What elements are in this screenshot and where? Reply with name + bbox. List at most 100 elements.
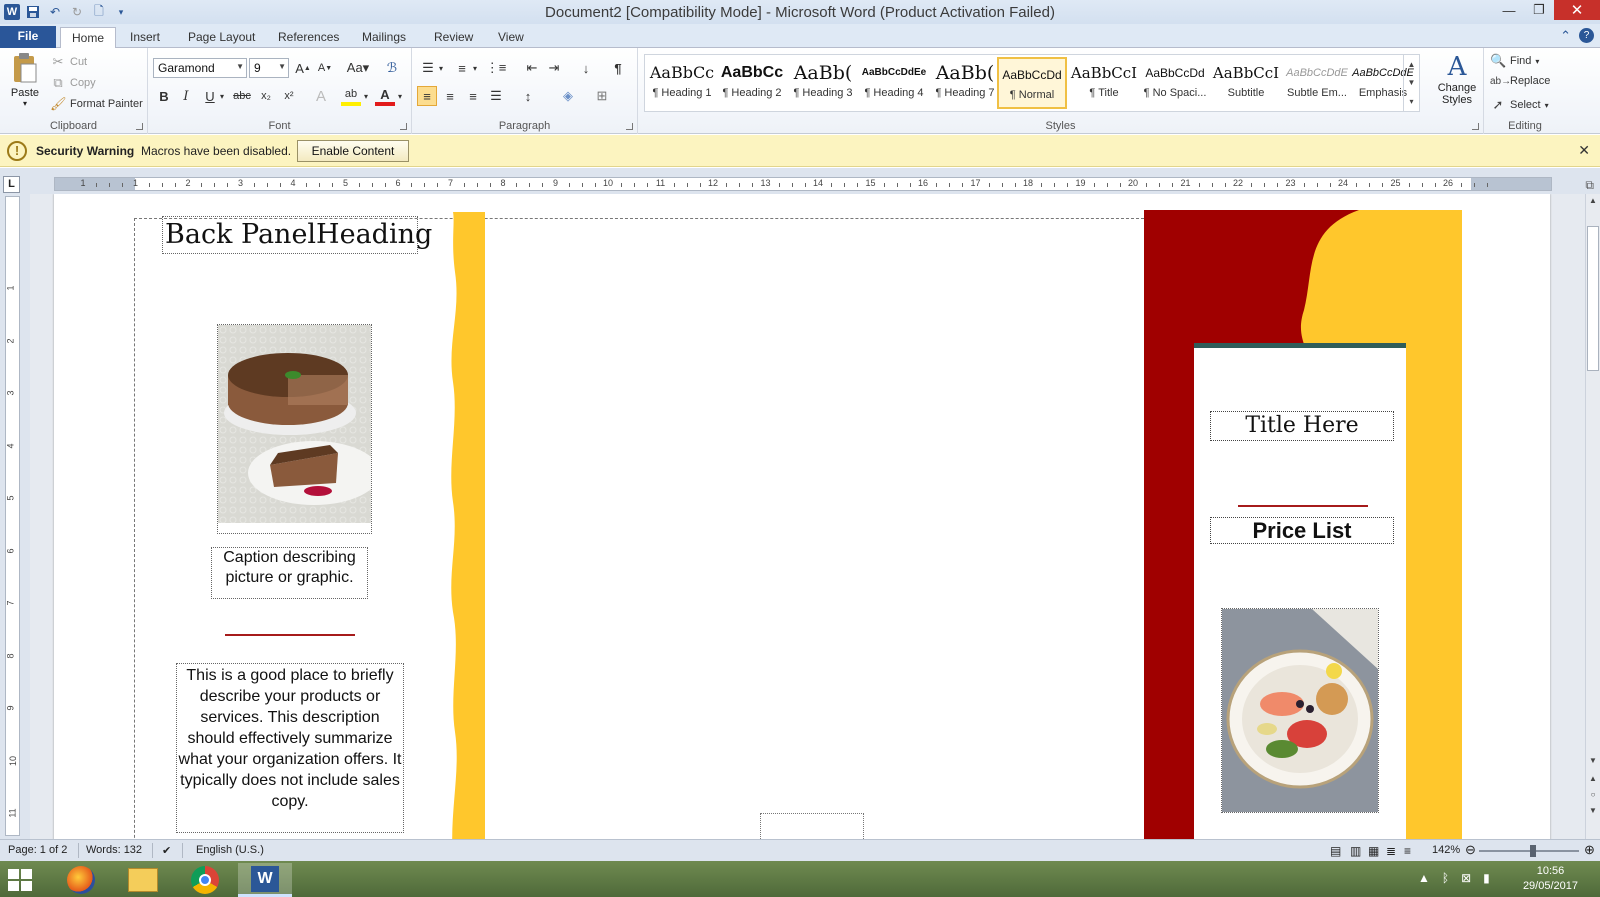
outline-icon[interactable]: ≣	[1386, 844, 1396, 858]
style-title[interactable]: AaBbCcI ¶ Title	[1069, 57, 1139, 109]
tab-review[interactable]: Review	[424, 27, 483, 48]
vertical-ruler[interactable]: 1 2 3 4 5 6 7 8 9 10 11	[5, 196, 20, 836]
chrome-taskbar-button[interactable]	[178, 863, 232, 897]
scroll-down-icon[interactable]: ▼	[1408, 78, 1416, 87]
browse-object-icon[interactable]: ○	[1586, 790, 1600, 799]
style-no-spacing[interactable]: AaBbCcDd ¶ No Spaci...	[1140, 57, 1210, 109]
zoom-out-icon[interactable]: ⊖	[1465, 842, 1476, 858]
style-heading-1[interactable]: AaBbCc ¶ Heading 1	[647, 57, 717, 109]
select-button[interactable]: ➚ Select ▾	[1490, 97, 1549, 113]
borders-icon[interactable]: ⊞	[592, 86, 612, 106]
tab-selector[interactable]: L	[3, 176, 20, 193]
scroll-up-icon[interactable]: ▲	[1586, 196, 1600, 205]
paste-dropdown-icon[interactable]: ▾	[6, 99, 44, 108]
page-count[interactable]: Page: 1 of 2	[8, 844, 67, 856]
horizontal-ruler[interactable]: 1 1 2 3 4 5 6 7 8 9 10 11 12 13 14 15 16 17 18 19 20 21 22 23 24…	[54, 177, 1552, 191]
highlight-icon[interactable]: ab	[341, 86, 361, 106]
zoom-level[interactable]: 142%	[1432, 844, 1460, 856]
font-color-icon[interactable]: A	[375, 86, 395, 106]
bluetooth-icon[interactable]: ᛒ	[1442, 871, 1449, 885]
tab-mailings[interactable]: Mailings	[352, 27, 416, 48]
bold-icon[interactable]: B	[154, 86, 174, 106]
cut-button[interactable]: ✂ Cut	[50, 54, 88, 70]
align-center-icon[interactable]: ≡	[440, 86, 460, 106]
align-left-icon[interactable]: ≡	[417, 86, 437, 106]
tab-insert[interactable]: Insert	[120, 27, 170, 48]
more-styles-icon[interactable]: ▾	[1409, 97, 1413, 106]
clock[interactable]: 10:56 29/05/2017	[1523, 864, 1578, 894]
tab-view[interactable]: View	[488, 27, 534, 48]
replace-button[interactable]: ab→ Replace	[1490, 75, 1550, 87]
network-icon[interactable]: ⊠	[1461, 871, 1471, 885]
show-hidden-icons-icon[interactable]: ▲	[1418, 871, 1430, 885]
bullets-dropdown-icon[interactable]: ▾	[436, 58, 446, 78]
tab-references[interactable]: References	[268, 27, 349, 48]
print-layout-icon[interactable]: ▤	[1330, 844, 1341, 858]
grow-font-icon[interactable]: A ▲	[293, 58, 313, 78]
salad-image[interactable]	[1221, 608, 1379, 813]
price-list-heading[interactable]: Price List	[1210, 517, 1394, 544]
numbering-dropdown-icon[interactable]: ▾	[470, 58, 480, 78]
multilevel-list-icon[interactable]: ⋮≡	[486, 58, 507, 78]
clipboard-launcher-icon[interactable]	[136, 123, 143, 130]
zoom-in-icon[interactable]: ⊕	[1584, 842, 1595, 858]
language-indicator[interactable]: English (U.S.)	[196, 844, 264, 856]
align-right-icon[interactable]: ≡	[463, 86, 483, 106]
style-subtitle[interactable]: AaBbCcI Subtitle	[1211, 57, 1281, 109]
paste-button[interactable]: Paste ▾	[6, 52, 44, 108]
decrease-indent-icon[interactable]: ⇤	[522, 58, 542, 78]
change-styles-button[interactable]: A Change Styles	[1432, 52, 1482, 106]
firefox-taskbar-button[interactable]	[54, 863, 108, 897]
document-page[interactable]: Back PanelHeading Caption describing pic…	[54, 194, 1550, 839]
style-subtle-emphasis[interactable]: AaBbCcDdE Subtle Em...	[1282, 57, 1352, 109]
bullets-icon[interactable]: ☰	[418, 58, 438, 78]
paragraph-launcher-icon[interactable]	[626, 123, 633, 130]
copy-button[interactable]: ⧉ Copy	[50, 75, 95, 91]
cake-image[interactable]	[217, 324, 380, 534]
word-taskbar-button[interactable]: W	[238, 863, 292, 897]
style-heading-7[interactable]: AaBb(¶ Heading 7	[930, 57, 1000, 109]
font-size-combo[interactable]: 9 ▼	[249, 58, 289, 78]
style-heading-2[interactable]: AaBbCc ¶ Heading 2	[717, 57, 787, 109]
show-formatting-icon[interactable]: ¶	[608, 58, 628, 78]
web-layout-icon[interactable]: ▦	[1368, 844, 1379, 858]
justify-icon[interactable]: ☰	[486, 86, 506, 106]
vertical-scrollbar[interactable]: ▲ ▼ ▲ ○ ▼	[1585, 194, 1600, 839]
text-frame[interactable]	[760, 813, 864, 839]
underline-dropdown-icon[interactable]: ▾	[216, 86, 228, 106]
numbering-icon[interactable]: ≡	[452, 58, 472, 78]
explorer-taskbar-button[interactable]	[116, 863, 170, 897]
font-name-combo[interactable]: Garamond ▼	[153, 58, 247, 78]
image-caption[interactable]: Caption describing picture or graphic.	[211, 547, 368, 599]
gallery-scroll[interactable]: ▲ ▼ ▾	[1403, 55, 1419, 111]
style-normal[interactable]: AaBbCcDd ¶ Normal	[997, 57, 1067, 109]
restore-button[interactable]: ❐	[1524, 0, 1554, 20]
style-heading-3[interactable]: AaBb(¶ Heading 3	[788, 57, 858, 109]
close-button[interactable]: ✕	[1554, 0, 1600, 20]
signal-icon[interactable]: ▮	[1483, 871, 1490, 885]
clear-formatting-icon[interactable]: ℬ	[382, 58, 402, 78]
enable-content-button[interactable]: Enable Content	[297, 140, 409, 162]
zoom-slider-thumb[interactable]	[1530, 845, 1536, 857]
scrollbar-thumb[interactable]	[1587, 226, 1599, 371]
font-color-dropdown-icon[interactable]: ▾	[395, 86, 405, 106]
description-text[interactable]: This is a good place to briefly describe…	[176, 663, 404, 833]
change-case-icon[interactable]: Aa▾	[345, 58, 371, 78]
line-spacing-icon[interactable]: ↕	[518, 86, 538, 106]
zoom-slider[interactable]	[1479, 850, 1579, 852]
full-screen-reading-icon[interactable]: ▥	[1350, 844, 1361, 858]
start-button[interactable]	[8, 869, 32, 891]
shrink-font-icon[interactable]: A ▼	[315, 58, 335, 78]
style-heading-4[interactable]: AaBbCcDdEe ¶ Heading 4	[859, 57, 929, 109]
proofing-icon[interactable]: ✔	[162, 844, 171, 857]
tab-file[interactable]: File	[0, 26, 56, 48]
title-here[interactable]: Title Here	[1210, 411, 1394, 441]
close-icon[interactable]: ✕	[1578, 142, 1590, 159]
scroll-down-icon[interactable]: ▼	[1586, 756, 1600, 765]
back-panel-heading[interactable]: Back PanelHeading	[162, 216, 432, 254]
font-launcher-icon[interactable]	[400, 123, 407, 130]
italic-icon[interactable]: I	[176, 86, 196, 106]
scroll-up-icon[interactable]: ▲	[1408, 60, 1416, 69]
tab-home[interactable]: Home	[60, 27, 116, 48]
strikethrough-icon[interactable]: abc	[232, 86, 252, 106]
